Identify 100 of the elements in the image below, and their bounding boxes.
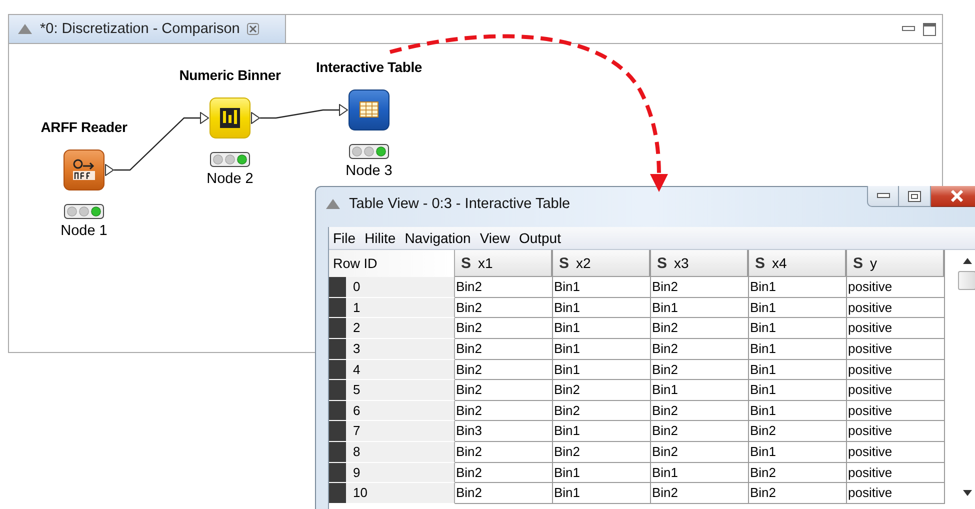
- column-label: x3: [674, 255, 689, 271]
- table-cell: positive: [847, 298, 945, 318]
- table-cell: positive: [847, 338, 945, 360]
- table-cell: Bin2: [749, 462, 847, 484]
- column-header[interactable]: S x1: [455, 250, 553, 277]
- table-cell: positive: [847, 277, 945, 298]
- column-label: x4: [772, 255, 787, 271]
- table-cell: Bin1: [553, 277, 651, 298]
- table-cell: Bin2: [651, 400, 749, 422]
- table-cell: Bin1: [749, 442, 847, 463]
- maximize-icon[interactable]: [923, 22, 936, 36]
- row-id-cell[interactable]: 10: [329, 483, 455, 504]
- scroll-down-icon[interactable]: [962, 490, 972, 496]
- row-id-cell[interactable]: 8: [329, 442, 455, 463]
- table-cell: Bin2: [749, 483, 847, 504]
- scroll-up-icon[interactable]: [962, 258, 972, 264]
- close-icon: [950, 190, 964, 202]
- node-title: Numeric Binner: [179, 67, 281, 83]
- table-cell: Bin2: [651, 442, 749, 463]
- app-logo-icon: [325, 198, 341, 210]
- window-title: Table View - 0:3 - Interactive Table: [349, 196, 570, 212]
- table-cell: Bin1: [749, 298, 847, 318]
- type-icon: S: [755, 254, 766, 272]
- node-title: Interactive Table: [316, 59, 422, 75]
- table-cell: Bin1: [749, 318, 847, 339]
- table-cell: positive: [847, 380, 945, 401]
- table-cell: positive: [847, 318, 945, 339]
- table-node-icon[interactable]: [348, 89, 390, 131]
- menu-item[interactable]: Output: [518, 230, 561, 246]
- column-header[interactable]: S y: [847, 250, 945, 277]
- row-id-cell[interactable]: 3: [329, 338, 455, 360]
- table-cell: Bin2: [651, 277, 749, 298]
- table-cell: Bin2: [455, 400, 553, 422]
- table-cell: Bin2: [455, 380, 553, 401]
- editor-tab[interactable]: *0: Discretization - Comparison: [9, 15, 286, 43]
- table-cell: Bin1: [553, 483, 651, 504]
- row-id-cell[interactable]: 9: [329, 462, 455, 484]
- row-id-cell[interactable]: 2: [329, 318, 455, 339]
- maximize-icon: [908, 190, 921, 202]
- row-id-cell[interactable]: 1: [329, 298, 455, 318]
- app-logo-icon: [17, 23, 33, 35]
- table-cell: Bin2: [749, 421, 847, 442]
- row-id-header[interactable]: Row ID: [329, 250, 455, 277]
- table-cell: Bin1: [553, 338, 651, 360]
- table-cell: Bin2: [455, 338, 553, 360]
- column-header[interactable]: S x3: [651, 250, 749, 277]
- minimize-icon: [876, 193, 890, 199]
- table-cell: positive: [847, 462, 945, 484]
- table-cell: Bin1: [651, 380, 749, 401]
- menu-item[interactable]: File: [333, 230, 356, 246]
- table-cell: Bin2: [553, 442, 651, 463]
- minimize-button[interactable]: [867, 186, 899, 207]
- table-cell: positive: [847, 442, 945, 463]
- table-cell: positive: [847, 400, 945, 422]
- table-cell: Bin2: [455, 360, 553, 380]
- table-cell: Bin2: [455, 277, 553, 298]
- table-cell: Bin1: [651, 462, 749, 484]
- connection-line[interactable]: [260, 109, 339, 119]
- table-cell: positive: [847, 483, 945, 504]
- column-header[interactable]: S x4: [749, 250, 847, 277]
- table-cell: Bin1: [749, 380, 847, 401]
- node-label[interactable]: Node 2: [206, 171, 254, 187]
- row-id-cell[interactable]: 0: [329, 277, 455, 298]
- type-icon: S: [559, 254, 570, 272]
- node-label[interactable]: Node 3: [346, 163, 392, 179]
- row-id-cell[interactable]: 5: [329, 380, 455, 401]
- row-id-cell[interactable]: 4: [329, 360, 455, 380]
- reader-node-icon[interactable]: [63, 149, 105, 191]
- menu-item[interactable]: View: [480, 230, 510, 246]
- menu-item[interactable]: Navigation: [404, 230, 471, 246]
- row-id-cell[interactable]: 7: [329, 421, 455, 442]
- column-label: x2: [576, 255, 591, 271]
- table-cell: Bin2: [455, 442, 553, 463]
- type-icon: S: [657, 254, 668, 272]
- close-icon[interactable]: [246, 23, 259, 35]
- table-cell: Bin2: [553, 400, 651, 422]
- row-id-cell[interactable]: 6: [329, 400, 455, 422]
- scrollbar-thumb[interactable]: [958, 271, 975, 290]
- table-cell: Bin1: [553, 318, 651, 339]
- type-icon: S: [461, 254, 472, 272]
- column-label: x1: [478, 255, 493, 271]
- table-cell: Bin1: [553, 360, 651, 380]
- column-label: y: [870, 255, 878, 271]
- menu-item[interactable]: Hilite: [364, 230, 396, 246]
- binner-node-icon[interactable]: [209, 97, 251, 139]
- maximize-button[interactable]: [899, 186, 931, 207]
- node-label[interactable]: Node 1: [60, 223, 108, 239]
- table-cell: Bin2: [651, 421, 749, 442]
- column-header[interactable]: S x2: [553, 250, 651, 277]
- table-cell: Bin1: [749, 360, 847, 380]
- table-cell: Bin1: [553, 421, 651, 442]
- table-cell: Bin2: [651, 318, 749, 339]
- minimize-icon[interactable]: [902, 26, 915, 32]
- table-cell: Bin1: [553, 298, 651, 318]
- close-button[interactable]: [931, 186, 975, 207]
- table-cell: Bin1: [651, 298, 749, 318]
- table-cell: Bin1: [749, 277, 847, 298]
- table-cell: Bin3: [455, 421, 553, 442]
- table-cell: Bin1: [749, 338, 847, 360]
- table-cell: Bin1: [553, 462, 651, 484]
